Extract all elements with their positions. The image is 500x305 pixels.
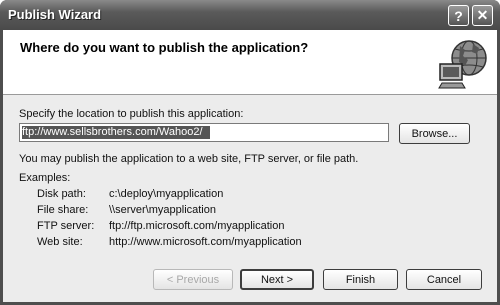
page-title: Where do you want to publish the applica… <box>20 40 309 55</box>
window-title: Publish Wizard <box>8 7 102 22</box>
cancel-button-label: Cancel <box>426 273 462 286</box>
finish-button[interactable]: Finish <box>323 269 398 290</box>
example-key-web-site: Web site: <box>37 236 83 248</box>
example-value-web-site: http://www.microsoft.com/myapplication <box>109 236 302 248</box>
next-button-label: Next > <box>260 273 294 286</box>
location-input-text: ftp://www.sellsbrothers.com/Wahoo2/ <box>22 126 210 139</box>
example-key-disk-path: Disk path: <box>37 188 86 200</box>
cancel-button[interactable]: Cancel <box>406 269 482 290</box>
title-bar[interactable]: Publish Wizard ? ✕ <box>0 0 500 30</box>
example-key-file-share: File share: <box>37 204 89 216</box>
globe-computer-icon <box>438 40 487 89</box>
publish-wizard-window: Publish Wizard ? ✕ Where do you want to … <box>0 0 500 305</box>
wizard-body: Where do you want to publish the applica… <box>3 30 497 302</box>
example-value-ftp-server: ftp://ftp.microsoft.com/myapplication <box>109 220 285 232</box>
close-button[interactable]: ✕ <box>472 5 493 26</box>
finish-button-label: Finish <box>345 273 376 286</box>
wizard-header: Where do you want to publish the applica… <box>3 30 497 95</box>
info-text: You may publish the application to a web… <box>19 153 359 165</box>
location-label: Specify the location to publish this app… <box>19 108 244 120</box>
example-value-disk-path: c:\deploy\myapplication <box>109 188 224 200</box>
next-button[interactable]: Next > <box>240 269 314 290</box>
example-value-file-share: \\server\myapplication <box>109 204 216 216</box>
browse-button[interactable]: Browse... <box>399 123 470 144</box>
browse-button-label: Browse... <box>411 127 458 140</box>
examples-heading: Examples: <box>19 172 71 184</box>
example-key-ftp-server: FTP server: <box>37 220 95 232</box>
help-button[interactable]: ? <box>448 5 469 26</box>
previous-button-label: < Previous <box>166 273 220 286</box>
previous-button[interactable]: < Previous <box>153 269 233 290</box>
